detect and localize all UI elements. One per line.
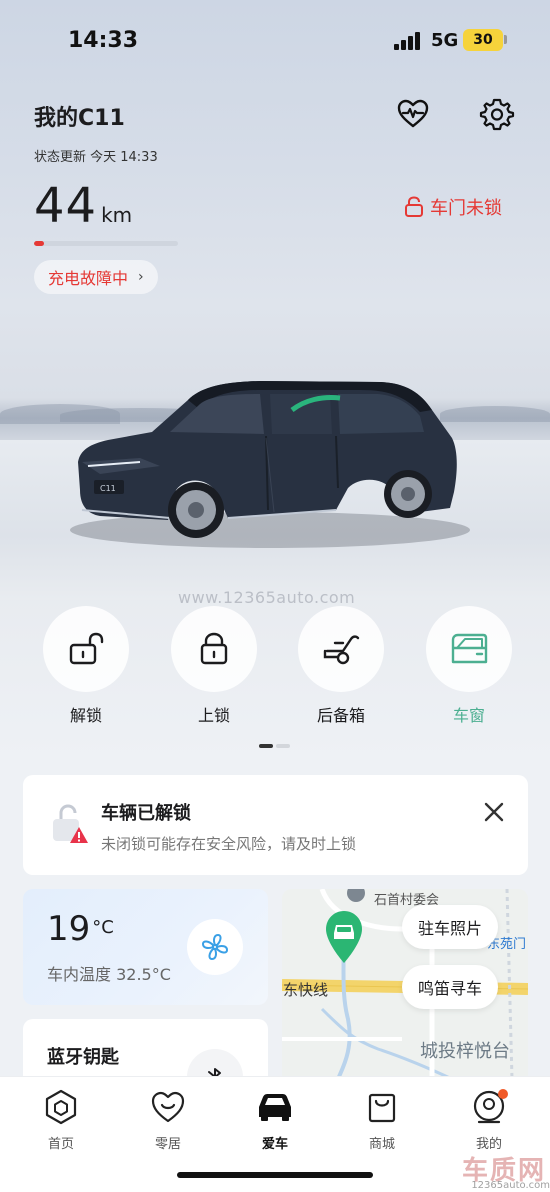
parking-photo-button[interactable]: 驻车照片 xyxy=(402,905,499,949)
tab-community[interactable]: 零居 xyxy=(133,1087,203,1152)
unlock-label: 解锁 xyxy=(69,706,102,725)
lock-button[interactable]: 上锁 xyxy=(171,606,257,726)
watermark: www.12365auto.com xyxy=(178,588,356,607)
close-icon[interactable] xyxy=(479,797,509,827)
fan-button[interactable] xyxy=(187,919,243,975)
map-card[interactable]: 石首村委会 东苑门 东快线 城投梓悦台 驻车照片 鸣笛寻车 xyxy=(282,889,528,1079)
tab-profile[interactable]: 我的 xyxy=(454,1087,524,1152)
page-title: 我的C11 xyxy=(34,106,125,131)
trunk-label: 后备箱 xyxy=(316,706,365,725)
heart-smile-icon xyxy=(151,1091,185,1123)
hexagon-home-icon xyxy=(45,1089,77,1125)
car-location-pin-icon[interactable] xyxy=(322,909,366,965)
status-time: 14:33 xyxy=(68,28,139,53)
page-dot-active xyxy=(259,744,273,748)
corner-logo: 车质网 12365auto.com xyxy=(462,1150,550,1191)
unlock-alert-card[interactable]: 车辆已解锁 未闭锁可能存在安全风险，请及时上锁 xyxy=(23,775,528,875)
honk-find-car-button[interactable]: 鸣笛寻车 xyxy=(402,965,499,1009)
alert-title: 车辆已解锁 xyxy=(101,803,191,824)
status-update-time: 状态更新 今天 14:33 xyxy=(34,150,158,165)
map-road-label: 东快线 xyxy=(283,981,329,999)
tab-label: 商城 xyxy=(368,1137,395,1152)
cabin-temperature-label: 车内温度 32.5°C xyxy=(47,965,171,984)
lock-icon xyxy=(200,632,228,665)
tab-label: 爱车 xyxy=(261,1137,288,1152)
range-display: 44 km xyxy=(34,178,132,234)
tab-home[interactable]: 首页 xyxy=(26,1087,96,1152)
window-icon xyxy=(451,633,488,664)
page-dot xyxy=(276,744,290,748)
battery-tip xyxy=(504,35,507,44)
temperature-unit: °C xyxy=(92,917,114,938)
alert-message: 未闭锁可能存在安全风险，请及时上锁 xyxy=(101,835,357,853)
tab-mall[interactable]: 商城 xyxy=(347,1087,417,1152)
lock-label: 上锁 xyxy=(197,706,230,725)
signal-icon xyxy=(394,32,420,50)
unlock-button[interactable]: 解锁 xyxy=(43,606,129,726)
charge-fault-chip[interactable]: 充电故障中 › xyxy=(34,260,158,294)
car-icon xyxy=(259,1094,291,1121)
climate-card[interactable]: 19 °C 车内温度 32.5°C xyxy=(23,889,268,1005)
temperature-display: 19 °C xyxy=(47,909,114,949)
fan-icon xyxy=(202,934,228,960)
unlocked-warning-icon xyxy=(53,804,88,843)
window-label: 车窗 xyxy=(452,706,485,725)
unlocked-padlock-icon xyxy=(405,196,423,217)
tab-label: 首页 xyxy=(47,1137,74,1152)
trunk-button-circle[interactable] xyxy=(298,606,384,692)
bluetooth-key-title: 蓝牙钥匙 xyxy=(47,1047,119,1068)
tab-my-car[interactable]: 爱车 xyxy=(240,1087,310,1152)
car-image: C11 xyxy=(70,381,470,548)
network-type: 5G xyxy=(431,30,459,51)
door-status-label: 车门未锁 xyxy=(430,198,502,219)
range-bar xyxy=(34,241,178,246)
corner-logo-url: 12365auto.com xyxy=(471,1180,550,1191)
gear-icon[interactable] xyxy=(478,95,516,133)
page-indicator xyxy=(259,744,291,748)
window-button[interactable]: 车窗 xyxy=(426,606,512,726)
trunk-icon xyxy=(323,635,360,665)
tab-label: 零居 xyxy=(154,1137,181,1152)
temperature-value: 19 xyxy=(47,909,91,949)
range-bar-fill xyxy=(34,241,45,246)
charge-fault-label: 充电故障中 xyxy=(48,269,129,288)
trunk-button[interactable]: 后备箱 xyxy=(298,606,384,726)
shopping-bag-icon xyxy=(368,1093,396,1123)
car-badge: C11 xyxy=(100,484,116,493)
door-status[interactable]: 车门未锁 xyxy=(404,194,502,220)
battery-level: 30 xyxy=(463,29,503,51)
status-bar: 14:33 5G 30 xyxy=(0,0,550,80)
range-value: 44 xyxy=(34,178,98,234)
chevron-right-icon: › xyxy=(138,269,144,285)
notification-dot xyxy=(498,1089,508,1099)
unlock-button-circle[interactable] xyxy=(43,606,129,692)
unlock-icon xyxy=(69,632,104,665)
heart-pulse-icon[interactable] xyxy=(394,95,432,133)
map-place-label: 城投梓悦台 xyxy=(420,1041,510,1062)
home-indicator xyxy=(177,1172,373,1178)
range-unit: km xyxy=(101,203,133,227)
lock-button-circle[interactable] xyxy=(171,606,257,692)
window-button-circle[interactable] xyxy=(426,606,512,692)
